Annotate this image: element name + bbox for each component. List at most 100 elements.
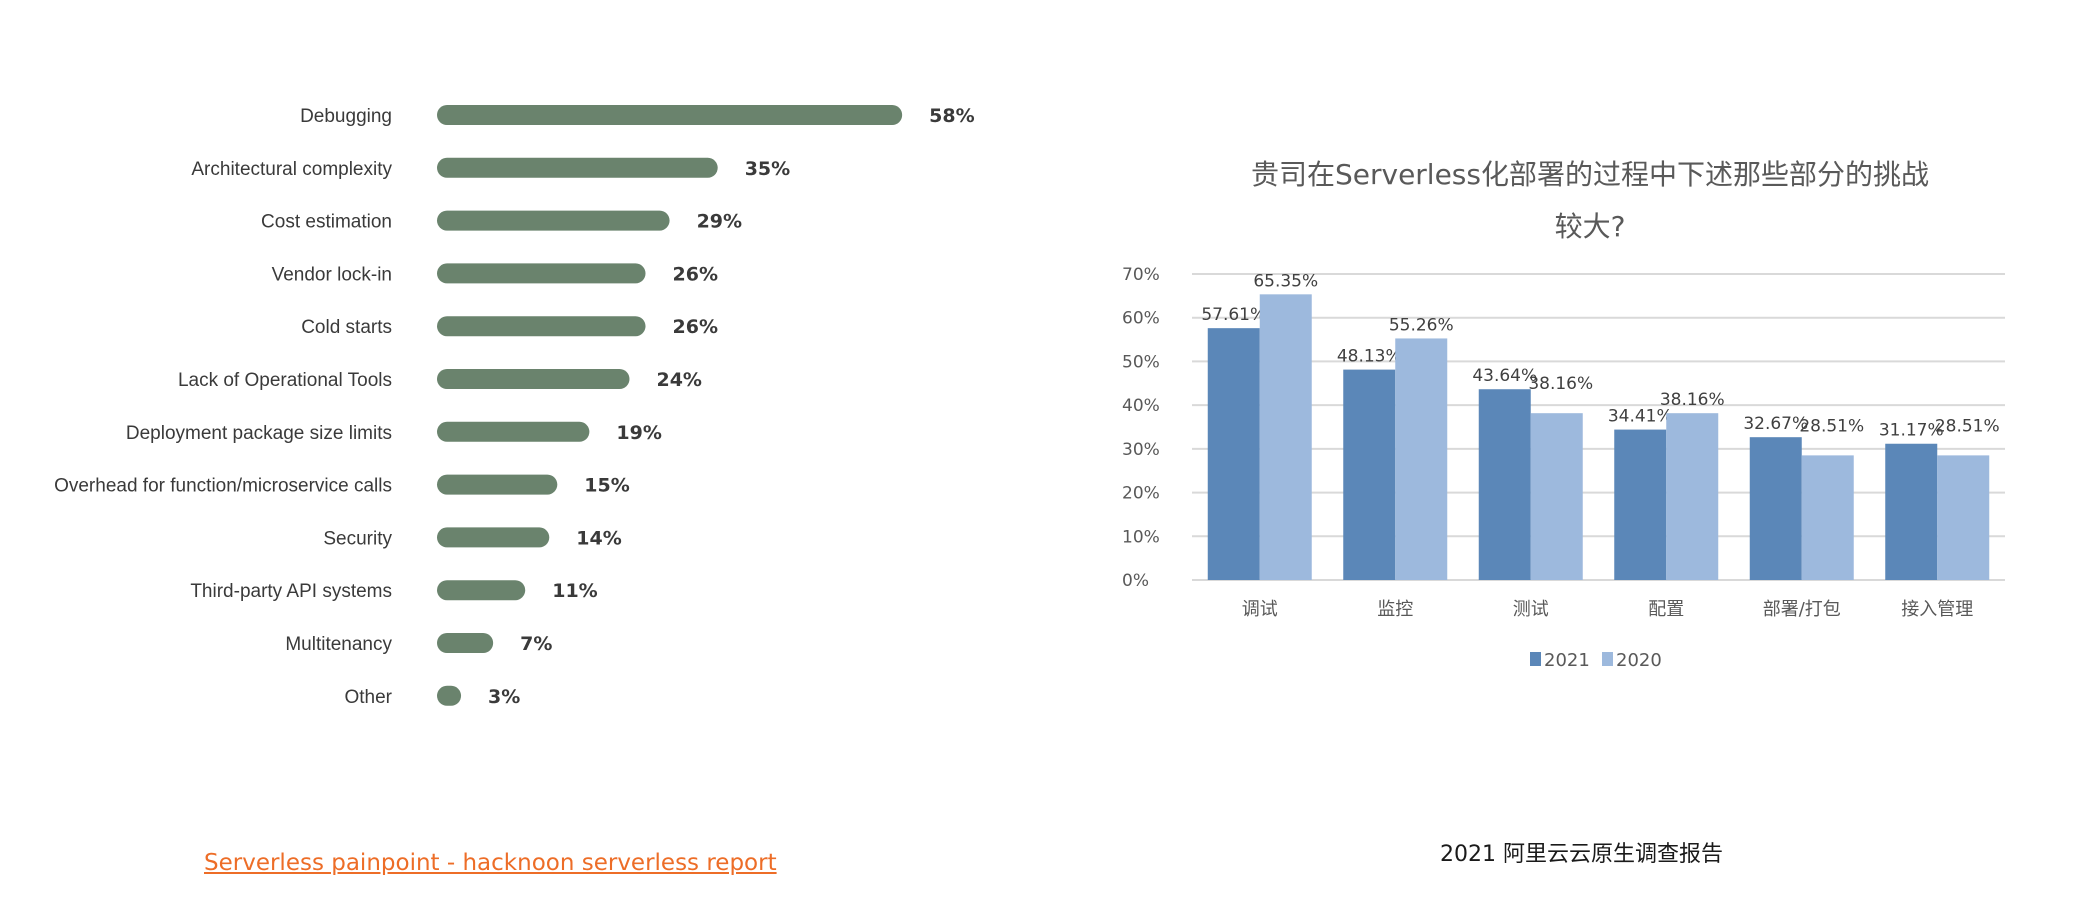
- category-group: 48.13% 55.26% 监控: [1337, 315, 1454, 620]
- bar: [437, 369, 630, 389]
- bar-2021: [1885, 443, 1938, 580]
- bar-2021: [1749, 437, 1802, 580]
- value-label: 15%: [584, 475, 629, 497]
- legend-swatch: [1602, 652, 1613, 666]
- legend: 2021 2020: [1530, 650, 1662, 671]
- bar-row: Cold starts 26%: [301, 316, 718, 338]
- bar: [437, 580, 526, 601]
- value-label: 11%: [552, 580, 597, 602]
- y-tick-label: 30%: [1122, 440, 1160, 460]
- bar-row: Cost estimation 29%: [261, 210, 742, 233]
- bar-2021: [1207, 328, 1260, 580]
- value-label: 19%: [616, 422, 661, 444]
- x-category-label: 监控: [1377, 599, 1413, 620]
- bar: [437, 316, 646, 337]
- category-group: 57.61% 65.35% 调试: [1201, 271, 1318, 620]
- category-label: Deployment package size limits: [126, 423, 392, 444]
- bar-row: Debugging 58%: [300, 105, 975, 127]
- hacknoon-painpoint-bar-chart: Debugging 58% Architectural complexity 35% C…: [54, 105, 975, 708]
- bar-2021: [1343, 369, 1396, 580]
- value-label: 58%: [929, 105, 974, 127]
- bar-row: Lack of Operational Tools 24%: [178, 369, 702, 391]
- right-chart-caption: 2021 阿里云云原生调查报告: [1440, 842, 1723, 867]
- bar-row: Third-party API systems 11%: [190, 580, 598, 602]
- legend-swatch: [1530, 652, 1541, 666]
- data-label: 28.51%: [1799, 416, 1864, 436]
- bar-2020: [1801, 455, 1854, 580]
- data-label: 65.35%: [1253, 271, 1318, 291]
- x-category-label: 接入管理: [1901, 599, 1973, 620]
- category-label: Overhead for function/microservice calls: [54, 476, 392, 497]
- x-category-label: 配置: [1648, 599, 1684, 620]
- category-label: Lack of Operational Tools: [178, 370, 392, 391]
- bar-row: Security 14%: [323, 527, 622, 549]
- bar-2021: [1478, 389, 1531, 580]
- value-label: 26%: [673, 263, 718, 285]
- bar: [437, 527, 550, 548]
- value-label: 3%: [488, 686, 520, 708]
- y-tick-label: 0%: [1122, 571, 1149, 591]
- category-label: Third-party API systems: [190, 581, 392, 602]
- bar-2020: [1937, 455, 1990, 580]
- bar-2021: [1614, 429, 1667, 580]
- value-label: 29%: [697, 211, 742, 233]
- value-label: 7%: [520, 633, 552, 655]
- y-tick-label: 20%: [1122, 484, 1160, 504]
- category-label: Debugging: [300, 106, 392, 127]
- data-label: 38.16%: [1528, 374, 1593, 394]
- legend-item: 2021: [1530, 650, 1590, 671]
- bar: [437, 263, 646, 284]
- category-label: Vendor lock-in: [272, 264, 392, 285]
- y-tick-label: 60%: [1122, 309, 1160, 329]
- x-category-label: 调试: [1242, 599, 1278, 620]
- data-label: 28.51%: [1935, 416, 2000, 436]
- bar-row: Multitenancy 7%: [285, 633, 552, 655]
- x-category-label: 部署/打包: [1763, 599, 1841, 620]
- bar-row: Deployment package size limits 19%: [126, 421, 662, 444]
- y-tick-label: 40%: [1122, 396, 1160, 416]
- data-label: 48.13%: [1337, 347, 1402, 367]
- value-label: 35%: [745, 158, 790, 180]
- value-label: 26%: [673, 316, 718, 338]
- data-label: 57.61%: [1201, 305, 1266, 325]
- y-tick-label: 10%: [1122, 527, 1160, 547]
- category-label: Other: [344, 687, 392, 708]
- data-label: 38.16%: [1660, 390, 1725, 410]
- bar: [437, 685, 462, 706]
- x-category-label: 测试: [1513, 599, 1549, 620]
- bar: [437, 421, 590, 442]
- chart-title: 贵司在Serverless化部署的过程中下述那些部分的挑战: [1251, 158, 1929, 191]
- category-group: 34.41%38.16%配置: [1608, 390, 1725, 620]
- bar-row: Vendor lock-in 26%: [272, 263, 718, 285]
- bar-2020: [1259, 294, 1312, 580]
- source-link[interactable]: Serverless painpoint - hacknoon serverle…: [204, 850, 777, 876]
- category-label: Cost estimation: [261, 212, 392, 233]
- bar: [437, 210, 670, 231]
- bar-row: Architectural complexity 35%: [191, 157, 790, 180]
- legend-item: 2020: [1602, 650, 1662, 671]
- bar-2020: [1530, 413, 1583, 580]
- y-tick-label: 50%: [1122, 352, 1160, 372]
- bar-row: Overhead for function/microservice calls…: [54, 474, 630, 497]
- category-label: Cold starts: [301, 317, 392, 338]
- data-label: 55.26%: [1389, 315, 1454, 335]
- bar-2020: [1395, 338, 1448, 580]
- category-label: Multitenancy: [285, 634, 392, 655]
- bar-row: Other 3%: [344, 685, 520, 708]
- y-tick-label: 70%: [1122, 265, 1160, 285]
- aliyun-challenge-grouped-bar-chart: 贵司在Serverless化部署的过程中下述那些部分的挑战较大? 0% 10% 20%…: [1122, 158, 2005, 671]
- chart-title: 较大?: [1555, 210, 1626, 243]
- category-label: Security: [323, 528, 392, 549]
- category-label: Architectural complexity: [191, 159, 392, 180]
- category-group: 32.67%28.51%部署/打包: [1743, 414, 1864, 620]
- value-label: 14%: [576, 527, 621, 549]
- bar-2020: [1666, 413, 1719, 580]
- value-label: 24%: [656, 369, 701, 391]
- bar: [437, 474, 558, 495]
- legend-label: 2020: [1616, 650, 1662, 671]
- category-group: 31.17%28.51%接入管理: [1879, 416, 2000, 620]
- bar: [437, 105, 903, 125]
- bar: [437, 157, 718, 178]
- bar: [437, 633, 494, 653]
- legend-label: 2021: [1544, 650, 1590, 671]
